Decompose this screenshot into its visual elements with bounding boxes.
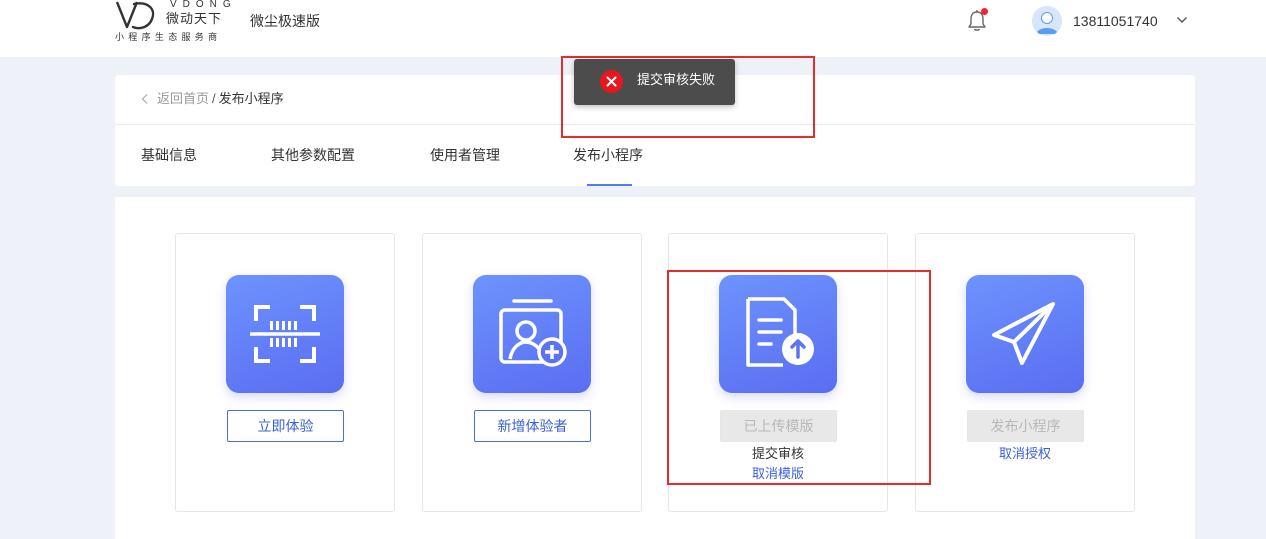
scan-barcode-icon [250, 305, 320, 363]
app-title: 微尘极速版 [250, 13, 320, 29]
card-highlight-box [667, 270, 931, 485]
icon-tile [473, 275, 591, 393]
card-try-now: 立即体验 [175, 233, 395, 512]
tab-other-params[interactable]: 其他参数配置 [271, 147, 355, 163]
tab-basic-info[interactable]: 基础信息 [141, 147, 197, 163]
toast-message: 提交审核失败 [637, 72, 716, 87]
logo-tagline: 小程序生态服务商 [115, 32, 222, 42]
close-icon [606, 76, 617, 87]
card-add-tester: 新增体验者 [422, 233, 642, 512]
logo-chinese-text: 微动天下 [166, 11, 223, 26]
paper-plane-icon [992, 302, 1055, 365]
top-header: VDONG 微动天下 小程序生态服务商 微尘极速版 13811051740 [0, 0, 1266, 57]
add-tester-icon [499, 299, 567, 367]
breadcrumb-back-link[interactable]: 返回首页 [157, 91, 209, 107]
chevron-down-icon[interactable] [1176, 15, 1188, 25]
logo-english-text: VDONG [170, 0, 237, 10]
publish-miniprogram-button: 发布小程序 [967, 410, 1084, 442]
user-avatar-icon [1032, 6, 1062, 36]
tab-publish-miniprogram[interactable]: 发布小程序 [573, 147, 643, 163]
add-tester-button[interactable]: 新增体验者 [474, 410, 591, 442]
breadcrumb-current: 发布小程序 [218, 91, 284, 106]
cancel-authorization-link[interactable]: 取消授权 [916, 446, 1134, 461]
publish-steps-panel: 立即体验 新增体验者 已上传模版 提交审核 取消模版 发布小程序 取消授权 [115, 197, 1195, 539]
notification-dot [981, 8, 988, 15]
icon-tile [226, 275, 344, 393]
chevron-left-icon[interactable] [140, 93, 150, 105]
vdong-logo-mark [115, 1, 155, 30]
breadcrumb-separator: / [212, 91, 216, 106]
tab-user-management[interactable]: 使用者管理 [430, 147, 500, 163]
avatar[interactable] [1032, 6, 1062, 36]
try-now-button[interactable]: 立即体验 [227, 410, 344, 442]
username[interactable]: 13811051740 [1073, 13, 1158, 29]
vdong-logo[interactable]: VDONG 微动天下 小程序生态服务商 [114, 0, 234, 45]
error-toast: 提交审核失败 [574, 59, 735, 105]
breadcrumb: 返回首页 / 发布小程序 [140, 91, 284, 107]
active-tab-indicator [587, 184, 632, 186]
card-publish-miniprogram: 发布小程序 取消授权 [915, 233, 1135, 512]
error-circle-icon [600, 70, 623, 93]
icon-tile [966, 275, 1084, 393]
